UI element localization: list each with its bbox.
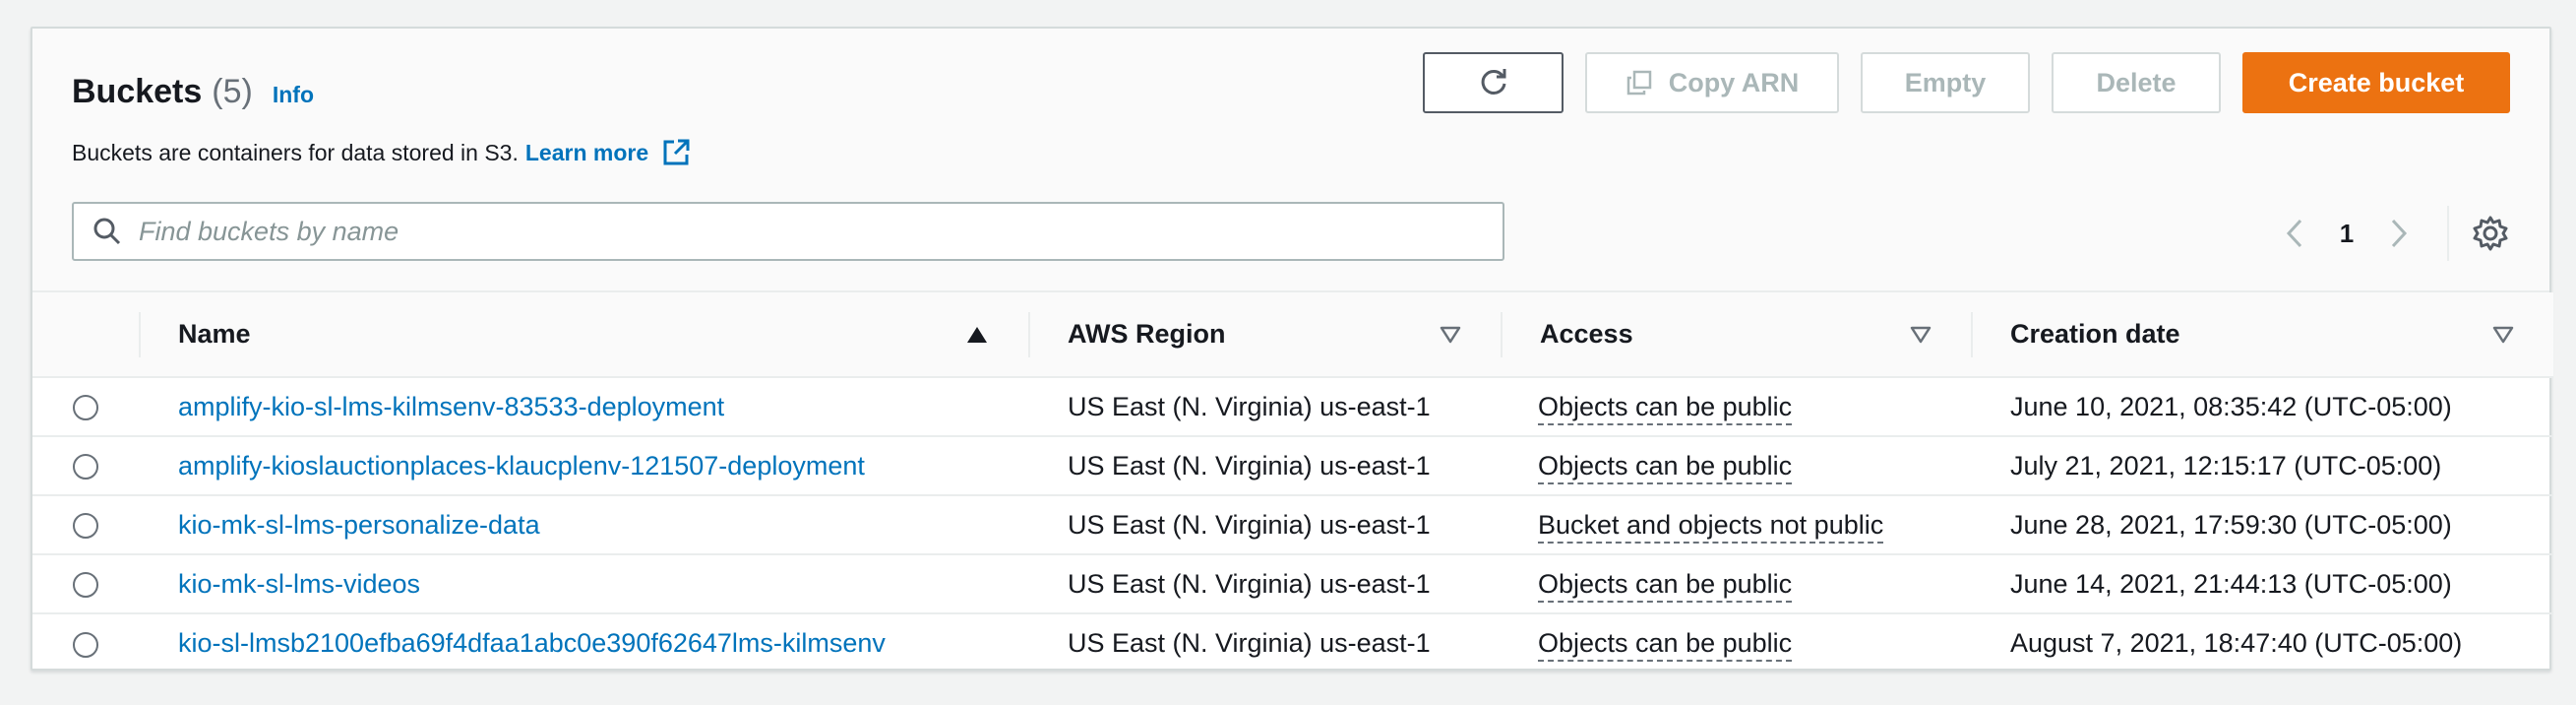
access-status[interactable]: Objects can be public: [1538, 391, 1793, 425]
row-select-radio[interactable]: [73, 572, 98, 599]
refresh-icon: [1481, 69, 1505, 95]
sort-icon[interactable]: [2492, 326, 2514, 344]
table-row: kio-mk-sl-lms-personalize-data US East (…: [32, 495, 2553, 555]
search-box: [72, 202, 1504, 261]
column-label: Access: [1540, 319, 1633, 349]
sort-icon[interactable]: [1910, 326, 1932, 344]
refresh-button[interactable]: [1423, 52, 1564, 113]
table-row: kio-mk-sl-lms-videos US East (N. Virgini…: [32, 554, 2553, 614]
bucket-name-link[interactable]: amplify-kio-sl-lms-kilmsenv-83533-deploy…: [139, 392, 724, 421]
learn-more-link[interactable]: Learn more: [525, 140, 648, 166]
empty-button[interactable]: Empty: [1861, 52, 2030, 113]
gear-icon[interactable]: [2471, 214, 2510, 253]
chevron-right-icon: [2391, 219, 2408, 248]
pagination-divider: [2447, 206, 2449, 261]
row-select-radio[interactable]: [73, 395, 98, 421]
region-cell: US East (N. Virginia) us-east-1: [1028, 554, 1501, 614]
creation-date-cell: August 7, 2021, 18:47:40 (UTC-05:00): [2010, 628, 2463, 658]
pagination: 1: [2272, 206, 2510, 261]
sort-ascending-icon[interactable]: [965, 325, 989, 345]
copy-arn-button[interactable]: Copy ARN: [1585, 52, 1839, 113]
buckets-panel: Buckets (5) Info Buckets are containers …: [31, 27, 2553, 673]
search-icon: [93, 218, 121, 245]
column-label: Name: [178, 319, 251, 349]
column-label: AWS Region: [1068, 319, 1226, 349]
chevron-left-icon: [2286, 219, 2302, 248]
delete-button[interactable]: Delete: [2052, 52, 2221, 113]
column-divider: [139, 312, 141, 357]
creation-date-cell: June 14, 2021, 21:44:13 (UTC-05:00): [1971, 554, 2553, 614]
column-header-name[interactable]: Name: [139, 292, 1028, 378]
page-title: Buckets: [72, 73, 203, 110]
current-page-number[interactable]: 1: [2317, 219, 2376, 249]
action-buttons: Copy ARN Empty Delete Create bucket: [1423, 52, 2510, 113]
description-text: Buckets are containers for data stored i…: [72, 139, 519, 165]
column-header-region[interactable]: AWS Region: [1028, 292, 1501, 378]
copy-icon: [1626, 70, 1651, 96]
column-divider: [1501, 312, 1503, 357]
region-cell: US East (N. Virginia) us-east-1: [1028, 377, 1501, 437]
search-input[interactable]: [139, 216, 1467, 247]
access-status[interactable]: Objects can be public: [1538, 450, 1793, 484]
bucket-count: (5): [212, 73, 253, 110]
info-link[interactable]: Info: [273, 82, 314, 108]
region-cell: US East (N. Virginia) us-east-1: [1028, 436, 1501, 496]
column-divider: [1971, 312, 1973, 357]
bucket-name-link[interactable]: kio-mk-sl-lms-videos: [139, 569, 420, 599]
table-header-row: Name AWS Region Access Creation date: [32, 292, 2553, 378]
title-row: Buckets (5) Info: [72, 73, 314, 111]
column-header-creation-date[interactable]: Creation date: [1971, 292, 2553, 378]
column-divider: [1028, 312, 1030, 357]
buckets-table: Name AWS Region Access Creation date amp…: [32, 292, 2553, 673]
select-column-header: [32, 292, 139, 378]
bucket-name-link[interactable]: kio-sl-lmsb2100efba69f4dfaa1abc0e390f626…: [139, 628, 886, 658]
creation-date-cell: July 21, 2021, 12:15:17 (UTC-05:00): [1971, 436, 2553, 496]
bucket-name-link[interactable]: kio-mk-sl-lms-personalize-data: [139, 510, 540, 540]
table-row: kio-sl-lmsb2100efba69f4dfaa1abc0e390f626…: [32, 613, 2553, 673]
row-select-radio[interactable]: [73, 631, 98, 658]
panel-header: Buckets (5) Info Buckets are containers …: [32, 29, 2549, 292]
region-cell: US East (N. Virginia) us-east-1: [1068, 628, 1431, 658]
creation-date-cell: June 10, 2021, 08:35:42 (UTC-05:00): [1971, 377, 2553, 437]
access-status[interactable]: Bucket and objects not public: [1538, 509, 1884, 544]
row-select-radio[interactable]: [73, 454, 98, 481]
next-page-button[interactable]: [2376, 211, 2422, 256]
create-bucket-button[interactable]: Create bucket: [2242, 52, 2510, 113]
copy-arn-label: Copy ARN: [1668, 67, 1800, 97]
sort-icon[interactable]: [1440, 326, 1461, 344]
previous-page-button[interactable]: [2272, 211, 2317, 256]
region-cell: US East (N. Virginia) us-east-1: [1028, 495, 1501, 555]
bucket-name-link[interactable]: amplify-kioslauctionplaces-klaucplenv-12…: [139, 451, 865, 481]
creation-date-cell: June 28, 2021, 17:59:30 (UTC-05:00): [1971, 495, 2553, 555]
table-row: amplify-kioslauctionplaces-klaucplenv-12…: [32, 436, 2553, 496]
access-status[interactable]: Objects can be public: [1538, 568, 1793, 603]
row-select-radio[interactable]: [73, 513, 98, 540]
column-header-access[interactable]: Access: [1501, 292, 1971, 378]
table-row: amplify-kio-sl-lms-kilmsenv-83533-deploy…: [32, 377, 2553, 437]
description: Buckets are containers for data stored i…: [72, 137, 692, 168]
access-status[interactable]: Objects can be public: [1538, 628, 1793, 662]
external-link-icon[interactable]: [660, 137, 692, 168]
column-label: Creation date: [2010, 319, 2180, 349]
